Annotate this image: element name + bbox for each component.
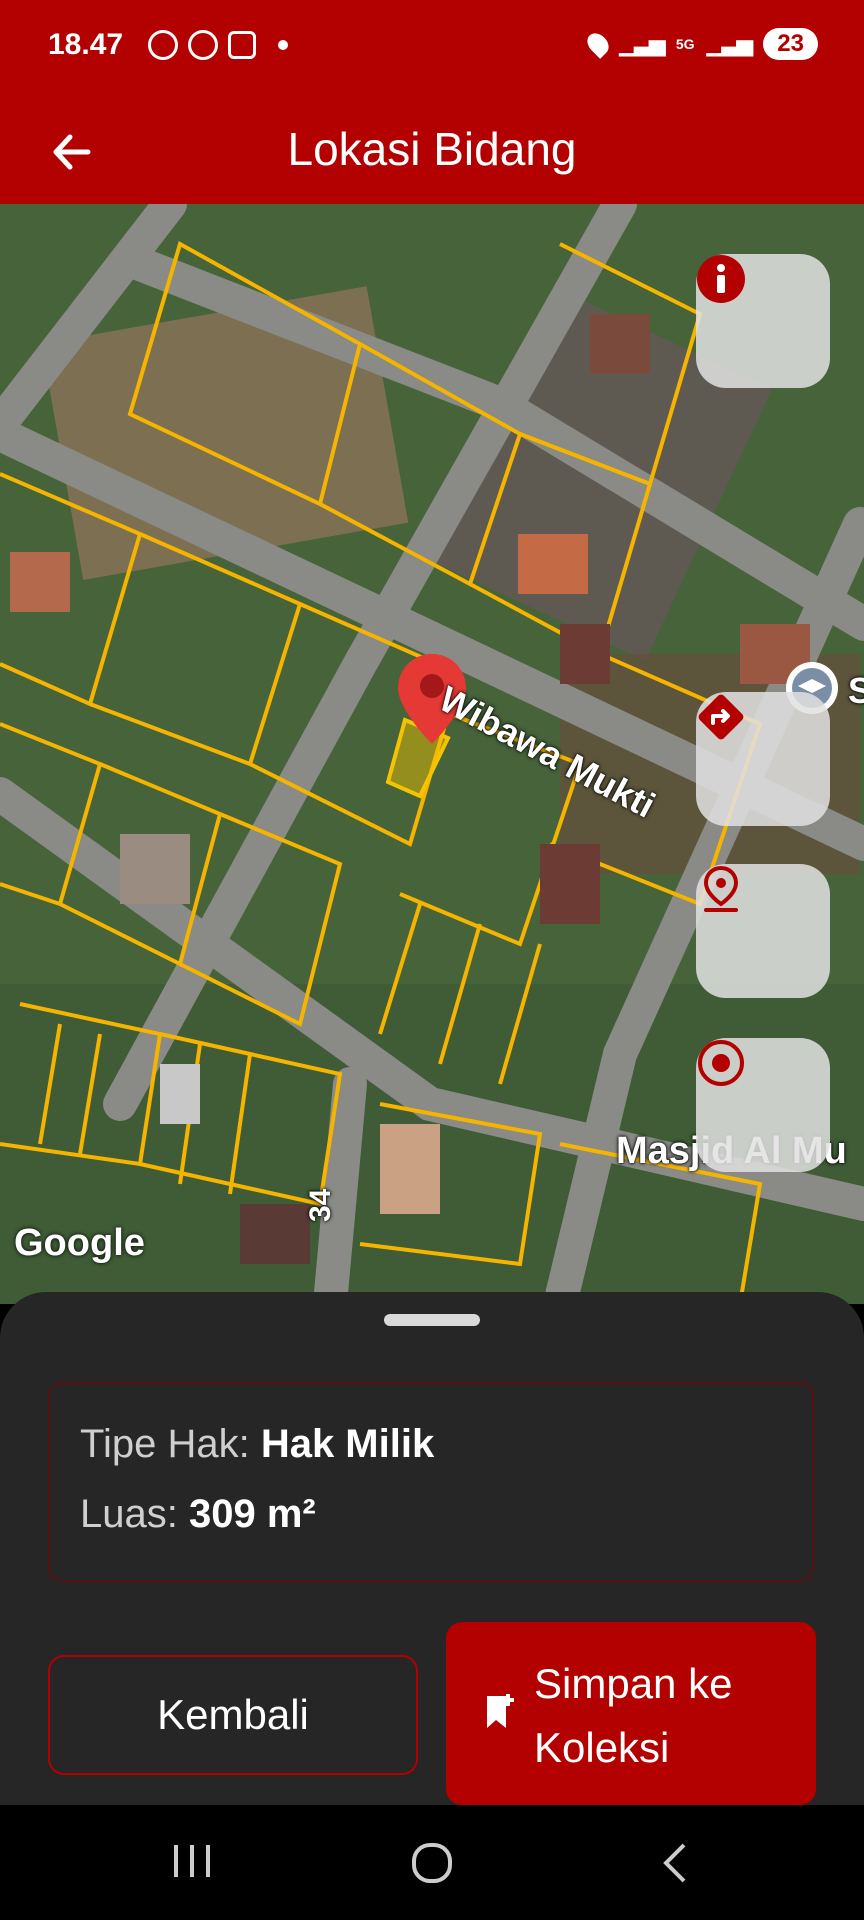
battery-icon: 23 (763, 28, 818, 60)
signal-icon: ▁▃▅ (619, 31, 666, 56)
info-icon (697, 255, 745, 303)
directions-icon (698, 694, 744, 740)
directions-button[interactable] (696, 692, 830, 826)
target-icon (698, 1040, 744, 1086)
signal-icon: ▁▃▅ (706, 31, 754, 56)
status-bar: 18.47 ▁▃▅ 5G ▁▃▅ 23 (0, 0, 864, 100)
rights-type-row: Tipe Hak: Hak Milik (80, 1422, 434, 1467)
navigation-bar (0, 1805, 864, 1920)
back-button[interactable]: Kembali (48, 1655, 418, 1775)
dot-icon (278, 40, 288, 50)
info-button[interactable] (696, 254, 830, 388)
back-nav-icon[interactable] (660, 1841, 690, 1885)
area-row: Luas: 309 m² (80, 1492, 316, 1537)
save-to-collection-button[interactable]: Simpan ke Koleksi (446, 1622, 816, 1805)
recent-apps-icon[interactable] (170, 1841, 214, 1881)
whatsapp-icon (188, 30, 218, 60)
location-pin-button[interactable] (696, 864, 830, 998)
google-attribution: Google (14, 1222, 145, 1264)
page-title: Lokasi Bidang (287, 123, 577, 175)
location-pin-icon (703, 865, 739, 912)
whatsapp-business-icon (148, 30, 178, 60)
road-number-label: 34 (304, 1188, 337, 1222)
drag-handle[interactable] (384, 1314, 480, 1326)
save-to-collection-label: Simpan ke Koleksi (534, 1660, 733, 1771)
parcel-info-card: Tipe Hak: Hak Milik Luas: 309 m² (48, 1382, 814, 1582)
rights-type-value: Hak Milik (260, 1422, 435, 1466)
rights-type-label: Tipe Hak: (80, 1422, 250, 1466)
status-time: 18.47 (48, 28, 124, 61)
map-view[interactable]: Wibawa Mukti Masjid Al Mu S 34 Google (0, 204, 864, 1304)
area-value: 309 m² (188, 1492, 316, 1536)
screenshot-icon (228, 31, 256, 59)
bookmark-add-icon (487, 1694, 514, 1728)
app-bar: Lokasi Bidang (0, 100, 864, 204)
poi-label-partial: S (848, 670, 864, 711)
bottom-sheet: Tipe Hak: Hak Milik Luas: 309 m² Kembali… (0, 1292, 864, 1805)
network-type: 5G (675, 36, 695, 52)
location-icon (583, 29, 613, 59)
home-icon[interactable] (410, 1841, 454, 1885)
my-location-button[interactable] (696, 1038, 830, 1172)
area-label: Luas: (80, 1492, 178, 1536)
